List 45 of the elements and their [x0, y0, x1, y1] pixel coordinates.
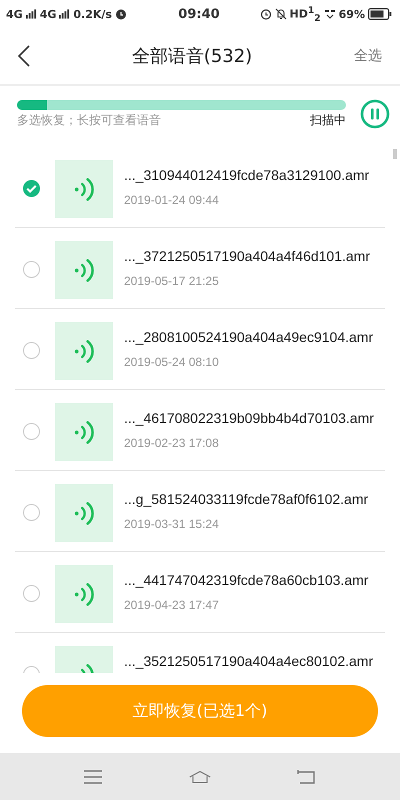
- home-icon[interactable]: [188, 768, 211, 784]
- row-checkbox[interactable]: [23, 180, 40, 197]
- battery-icon: [368, 8, 392, 20]
- voice-wave-icon: [73, 418, 95, 446]
- scan-status: 扫描中: [310, 112, 346, 129]
- file-name: ..._461708022319b09bb4b4d70103.amr: [124, 410, 374, 426]
- alarm-icon: [114, 8, 127, 20]
- file-date: 2019-03-31 15:24: [124, 517, 220, 531]
- file-name: ...g_581524033119fcde78af0f6102.amr: [124, 491, 368, 507]
- signal-icon: [26, 9, 37, 19]
- voice-wave-icon: [73, 500, 95, 526]
- file-name: ..._310944012419fcde78a3129100.amr: [124, 167, 370, 183]
- voice-wave-icon: [73, 256, 95, 284]
- row-checkbox[interactable]: [23, 585, 40, 602]
- row-checkbox[interactable]: [23, 504, 40, 521]
- bell-muted-icon: [274, 8, 287, 20]
- voice-wave-icon: [73, 338, 95, 364]
- file-name: ..._3721250517190a404a4f46d101.amr: [124, 248, 370, 264]
- file-date: 2019-02-23 17:08: [124, 436, 220, 450]
- status-text: 4G: [40, 8, 56, 20]
- status-text: 4G: [6, 8, 23, 20]
- pause-icon[interactable]: [360, 98, 390, 128]
- alarm-icon: [260, 8, 272, 20]
- back-icon[interactable]: [18, 45, 30, 67]
- battery-text: 69%: [338, 8, 365, 20]
- status-text: 0.2K/s: [73, 8, 112, 20]
- menu-icon[interactable]: [82, 768, 104, 784]
- file-name: ..._3521250517190a404a4ec80102.amr: [124, 653, 374, 669]
- file-date: 2019-01-24 09:44: [124, 193, 220, 207]
- file-date: 2019-05-24 08:10: [124, 355, 220, 369]
- file-date: 2019-05-17 21:25: [124, 274, 220, 288]
- status-time: 09:40: [178, 6, 220, 22]
- row-checkbox[interactable]: [23, 342, 40, 359]
- row-checkbox[interactable]: [23, 423, 40, 440]
- voice-wave-icon: [73, 176, 95, 202]
- file-name: ..._441747042319fcde78a60cb103.amr: [124, 572, 368, 588]
- page-title: 全部语音(532): [132, 45, 252, 68]
- select-all-button[interactable]: 全选: [354, 47, 382, 65]
- network-icon: [324, 8, 336, 20]
- signal-icon: [59, 9, 70, 19]
- file-date: 2019-04-23 17:47: [124, 598, 220, 612]
- row-checkbox[interactable]: [23, 261, 40, 278]
- file-name: ..._2808100524190a404a49ec9104.amr: [124, 329, 374, 345]
- hint-text: 多选恢复；长按可查看语音: [17, 112, 161, 129]
- voice-wave-icon: [73, 580, 95, 608]
